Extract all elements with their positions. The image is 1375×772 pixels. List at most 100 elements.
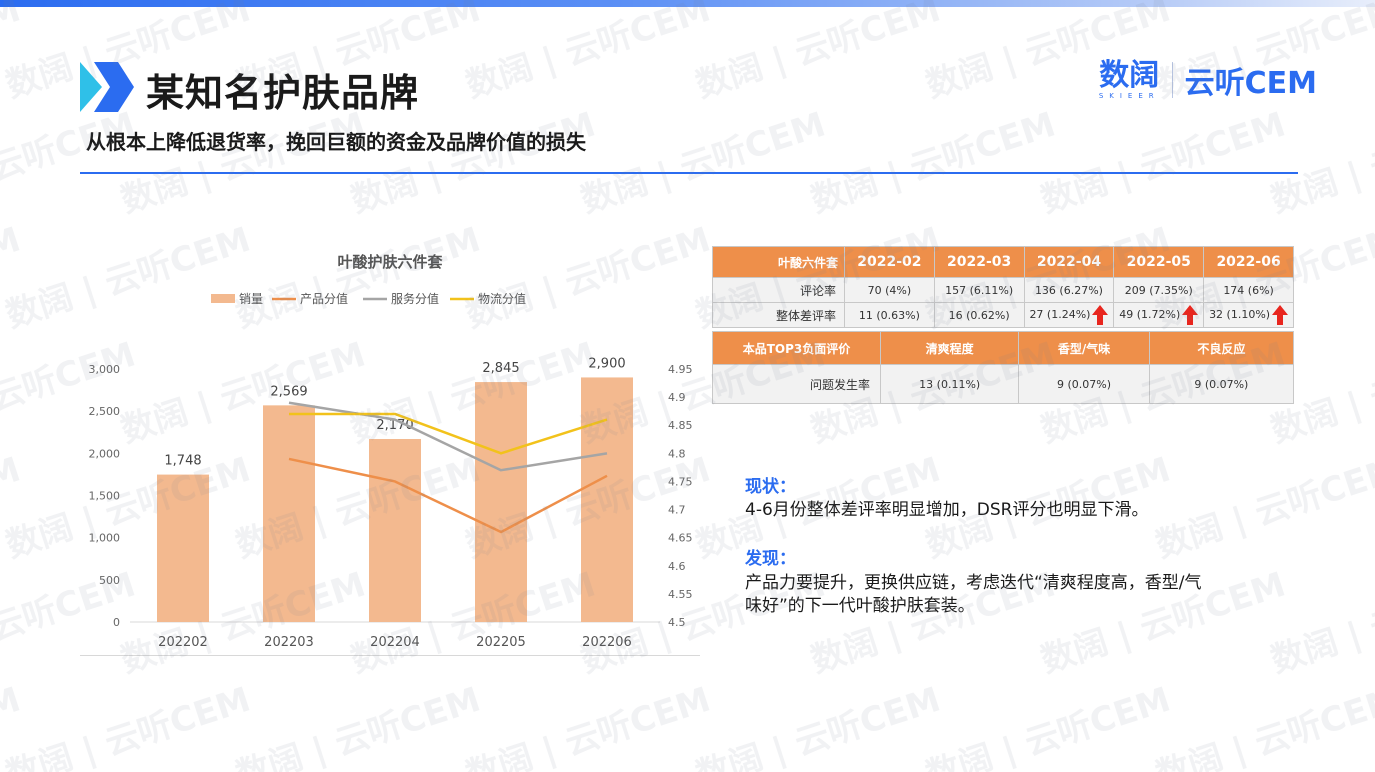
y-right-tick-label: 4.5 [668,616,686,629]
table-header-cell: 本品TOP3负面评价 [711,331,882,365]
watermark-text: 数阔 | 云听CEM [0,679,26,772]
table-cell: 157 (6.11%) [933,277,1025,303]
cell-value: 27 (1.24%) [1029,308,1091,321]
watermark-text: 数阔 | 云听CEM [461,0,716,107]
legend-label: 物流分值 [478,291,526,306]
cell-value: 16 (0.62%) [948,308,1010,322]
table-cell: 174 (6%) [1203,277,1294,303]
status-heading: 现状： [745,477,796,497]
table-row: 评论率 70 (4%) 157 (6.11%) 136 (6.27%) 209 … [712,277,1294,303]
bar-data-label: 2,900 [588,356,625,371]
brand-logo: 数阔 SKIEER 云听CEM [1099,58,1317,102]
y-left-tick-label: 3,000 [89,363,121,376]
x-tick-label: 202202 [158,635,208,650]
finding-heading: 发现： [745,549,796,569]
table-row-label: 整体差评率 [712,302,845,328]
y-right-tick-label: 4.9 [668,391,686,404]
x-tick-label: 202205 [476,635,526,650]
watermark-text: 数阔 | 云听CEM [0,104,141,222]
watermark-text: 数阔 | 云听CEM [461,679,716,772]
title-divider [80,172,1298,174]
bar-data-label: 1,748 [164,454,201,469]
y-left-tick-label: 0 [113,616,120,629]
bar [581,377,633,622]
table-header-cell: 叶酸六件套 [712,246,845,278]
series-line [289,412,608,455]
status-text: 4-6月份整体差评率明显增加，DSR评分也明显下滑。 [745,500,1149,520]
watermark-text: 数阔 | 云听CEM [1151,449,1375,567]
watermark-text: 数阔 | 云听CEM [0,449,26,567]
legend-label: 产品分值 [300,291,348,306]
y-right-tick-label: 4.65 [668,532,693,545]
bar [369,438,421,622]
x-tick-label: 202204 [370,635,420,650]
y-right-tick-label: 4.8 [668,447,686,460]
watermark-text: 数阔 | 云听CEM [1036,104,1291,222]
legend-swatch [211,294,235,303]
x-tick-label: 202203 [264,635,314,650]
finding-text-line-1: 产品力要提升，更换供应链，考虑迭代“清爽程度高，香型/气 [745,573,1202,593]
table-header-cell: 2022-03 [933,246,1025,278]
legend-label: 销量 [239,292,263,306]
y-right-tick-label: 4.95 [668,363,693,376]
watermark-text: 数阔 | 云听CEM [806,104,1061,222]
y-left-tick-label: 2,000 [89,447,121,460]
brand-logo-cn: 数阔 [1099,58,1160,93]
watermark-text: 数阔 | 云听CEM [691,679,946,772]
watermark-text: 数阔 | 云听CEM [691,0,946,107]
y-right-tick-label: 4.7 [668,504,686,517]
watermark-text: 数阔 | 云听CEM [0,219,26,337]
table-cell: 209 (7.35%) [1113,277,1205,303]
table-header-cell: 香型/气味 [1018,331,1150,365]
y-left-tick-label: 500 [99,574,120,587]
watermark-text: 数阔 | 云听CEM [576,104,831,222]
y-left-tick-label: 1,000 [89,532,121,545]
table-row: 问题发生率 13 (0.11%) 9 (0.07%) 9 (0.07%) [711,364,1295,404]
watermark-text: 数阔 | 云听CEM [1151,679,1375,772]
table-row-label: 问题发生率 [711,364,882,404]
table-cell: 70 (4%) [843,277,935,303]
series-line [288,457,608,534]
table-header-cell: 2022-05 [1113,246,1205,278]
watermark-text: 数阔 | 云听CEM [0,0,26,106]
play-arrows-icon [80,62,134,112]
negative-review-table-header: 本品TOP3负面评价 清爽程度 香型/气味 不良反应 [711,331,1295,365]
top-accent-strip [0,0,1375,7]
bar-data-label: 2,569 [270,384,307,399]
bar [475,382,527,622]
table-cell: 9 (0.07%) [1018,364,1150,404]
watermark-text: 数阔 | 云听CEM [1266,104,1375,222]
y-right-tick-label: 4.55 [668,588,693,601]
brand-name: 云听CEM [1184,66,1317,101]
combo-chart: 叶酸护肤六件套销量 产品分值 服务分值 物流分值 0 500 1,000 1,500 2,000… [89,253,693,650]
table-cell: 16 (0.62%) [933,302,1025,328]
bar-data-label: 2,845 [482,361,519,376]
watermark-text: 数阔 | 云听CEM [921,679,1176,772]
page-title: 某知名护肤品牌 [146,71,420,115]
cell-value: 49 (1.72%) [1119,308,1181,321]
metrics-table-header: 叶酸六件套 2022-02 2022-03 2022-04 2022-05 20… [712,246,1294,278]
up-arrow-icon [1092,305,1109,325]
brand-logo-en: SKIEER [1098,92,1160,100]
y-left-tick-label: 1,500 [89,490,121,503]
brand-divider [1171,62,1173,98]
watermark-text: 数阔 | 云听CEM [1266,564,1375,682]
table-cell: 13 (0.11%) [880,364,1020,404]
y-right-tick-label: 4.75 [668,475,693,488]
table-header-cell: 2022-02 [843,246,935,278]
negative-review-table: 本品TOP3负面评价 清爽程度 香型/气味 不良反应 问题发生率 13 (0.1… [711,331,1295,404]
finding-text-line-2: 味好”的下一代叶酸护肤套装。 [745,596,975,616]
table-cell: 27 (1.24%) [1023,302,1115,328]
table-header-cell: 2022-06 [1203,246,1294,278]
y-right-tick-label: 4.85 [668,419,693,432]
table-cell: 11 (0.63%) [843,302,935,328]
table-row: 整体差评率 11 (0.63%) 16 (0.62%) 27 (1.24%) 4… [712,302,1294,328]
watermark-text: 数阔 | 云听CEM [1,679,256,772]
chart-panel: 叶酸护肤六件套 销量 产品分值 服务分值 物流分值 0 500 1,000 1,500 2,000… [80,245,700,656]
bar [263,405,315,622]
page-subtitle: 从根本上降低退货率，挽回巨额的资金及品牌价值的损失 [86,130,586,154]
bar [157,474,209,622]
up-arrow-icon [1182,305,1199,325]
brand-logo-primary: 数阔 SKIEER [1098,58,1160,101]
x-tick-label: 202206 [582,635,632,650]
